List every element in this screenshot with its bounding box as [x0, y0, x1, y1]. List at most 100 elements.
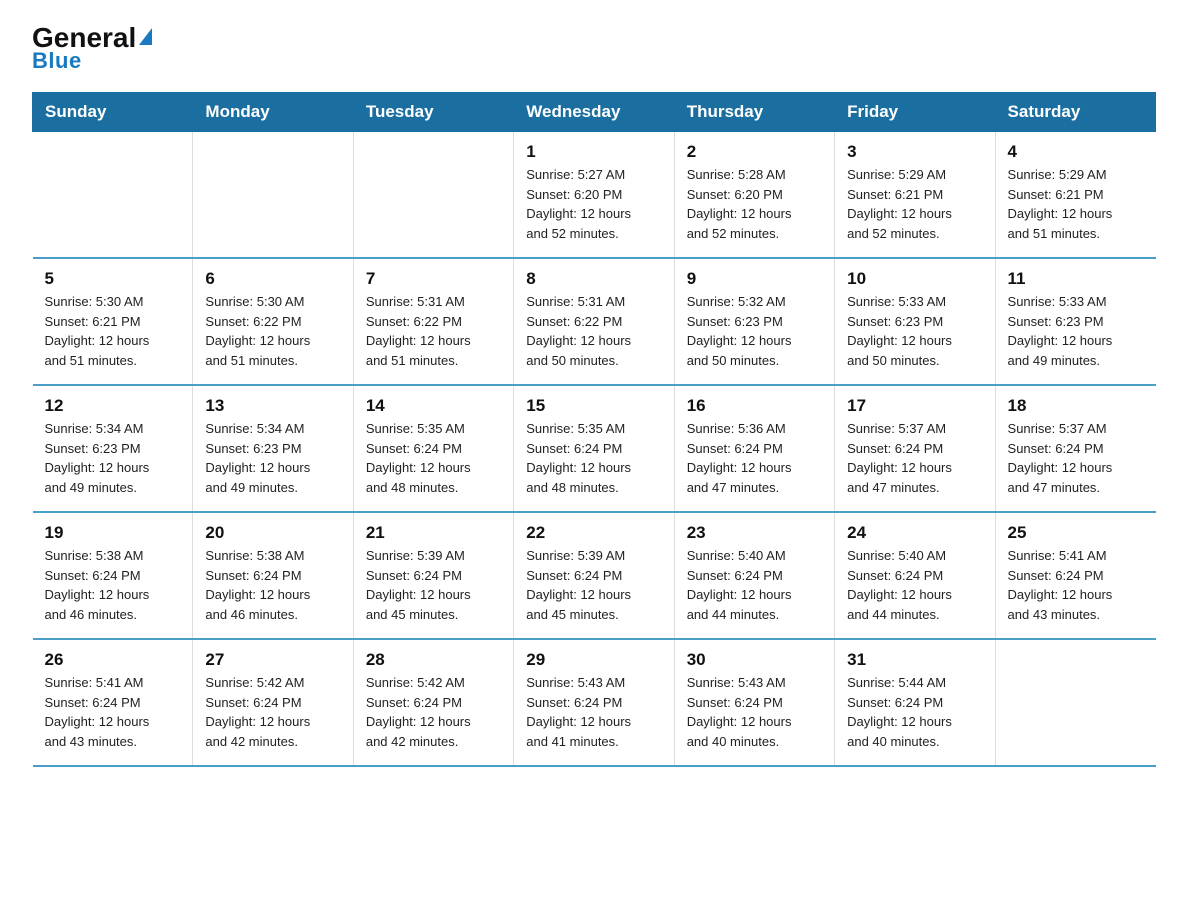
calendar-cell: 30Sunrise: 5:43 AM Sunset: 6:24 PM Dayli… [674, 639, 834, 766]
day-info: Sunrise: 5:39 AM Sunset: 6:24 PM Dayligh… [366, 546, 503, 624]
day-info: Sunrise: 5:27 AM Sunset: 6:20 PM Dayligh… [526, 165, 663, 243]
calendar-cell: 1 Sunrise: 5:27 AM Sunset: 6:20 PM Daylig… [514, 132, 674, 259]
calendar-week-row: 19 Sunrise: 5:38 AM Sunset: 6:24 PM Dayli… [33, 512, 1156, 639]
calendar-cell: 31Sunrise: 5:44 AM Sunset: 6:24 PM Dayli… [835, 639, 995, 766]
calendar-table: SundayMondayTuesdayWednesdayThursdayFrid… [32, 92, 1156, 767]
calendar-week-row: 12 Sunrise: 5:34 AM Sunset: 6:23 PM Dayli… [33, 385, 1156, 512]
day-info: Sunrise: 5:41 AM Sunset: 6:24 PM Dayligh… [45, 673, 183, 751]
day-number: 6 [205, 269, 342, 289]
day-number: 29 [526, 650, 663, 670]
calendar-cell: 24 Sunrise: 5:40 AM Sunset: 6:24 PM Dayli… [835, 512, 995, 639]
calendar-cell [33, 132, 193, 259]
calendar-cell: 11Sunrise: 5:33 AM Sunset: 6:23 PM Dayli… [995, 258, 1155, 385]
day-info: Sunrise: 5:40 AM Sunset: 6:24 PM Dayligh… [687, 546, 824, 624]
calendar-cell: 23 Sunrise: 5:40 AM Sunset: 6:24 PM Dayli… [674, 512, 834, 639]
day-number: 3 [847, 142, 984, 162]
day-number: 18 [1008, 396, 1146, 416]
page-header: General Blue [32, 24, 1156, 74]
day-number: 21 [366, 523, 503, 543]
day-number: 2 [687, 142, 824, 162]
day-number: 11 [1008, 269, 1146, 289]
day-number: 22 [526, 523, 663, 543]
weekday-header-monday: Monday [193, 93, 353, 132]
calendar-cell: 12 Sunrise: 5:34 AM Sunset: 6:23 PM Dayli… [33, 385, 193, 512]
day-info: Sunrise: 5:37 AM Sunset: 6:24 PM Dayligh… [847, 419, 984, 497]
calendar-cell: 26 Sunrise: 5:41 AM Sunset: 6:24 PM Dayli… [33, 639, 193, 766]
day-info: Sunrise: 5:34 AM Sunset: 6:23 PM Dayligh… [45, 419, 183, 497]
day-info: Sunrise: 5:35 AM Sunset: 6:24 PM Dayligh… [366, 419, 503, 497]
calendar-cell [995, 639, 1155, 766]
day-number: 14 [366, 396, 503, 416]
weekday-header-wednesday: Wednesday [514, 93, 674, 132]
day-info: Sunrise: 5:30 AM Sunset: 6:21 PM Dayligh… [45, 292, 183, 370]
day-number: 17 [847, 396, 984, 416]
weekday-header-row: SundayMondayTuesdayWednesdayThursdayFrid… [33, 93, 1156, 132]
day-number: 23 [687, 523, 824, 543]
day-info: Sunrise: 5:43 AM Sunset: 6:24 PM Dayligh… [687, 673, 824, 751]
calendar-cell: 7Sunrise: 5:31 AM Sunset: 6:22 PM Daylig… [353, 258, 513, 385]
calendar-cell: 14 Sunrise: 5:35 AM Sunset: 6:24 PM Dayli… [353, 385, 513, 512]
day-info: Sunrise: 5:30 AM Sunset: 6:22 PM Dayligh… [205, 292, 342, 370]
logo-arrow-icon [139, 28, 152, 45]
calendar-cell: 6 Sunrise: 5:30 AM Sunset: 6:22 PM Daylig… [193, 258, 353, 385]
calendar-cell: 18 Sunrise: 5:37 AM Sunset: 6:24 PM Dayli… [995, 385, 1155, 512]
day-info: Sunrise: 5:42 AM Sunset: 6:24 PM Dayligh… [366, 673, 503, 751]
day-info: Sunrise: 5:38 AM Sunset: 6:24 PM Dayligh… [45, 546, 183, 624]
day-info: Sunrise: 5:37 AM Sunset: 6:24 PM Dayligh… [1008, 419, 1146, 497]
day-info: Sunrise: 5:31 AM Sunset: 6:22 PM Dayligh… [366, 292, 503, 370]
calendar-cell: 29 Sunrise: 5:43 AM Sunset: 6:24 PM Dayli… [514, 639, 674, 766]
day-number: 24 [847, 523, 984, 543]
day-info: Sunrise: 5:29 AM Sunset: 6:21 PM Dayligh… [847, 165, 984, 243]
calendar-cell: 15Sunrise: 5:35 AM Sunset: 6:24 PM Dayli… [514, 385, 674, 512]
calendar-cell: 5 Sunrise: 5:30 AM Sunset: 6:21 PM Daylig… [33, 258, 193, 385]
day-number: 20 [205, 523, 342, 543]
calendar-week-row: 1 Sunrise: 5:27 AM Sunset: 6:20 PM Daylig… [33, 132, 1156, 259]
calendar-cell: 16 Sunrise: 5:36 AM Sunset: 6:24 PM Dayli… [674, 385, 834, 512]
day-number: 9 [687, 269, 824, 289]
calendar-cell: 9 Sunrise: 5:32 AM Sunset: 6:23 PM Daylig… [674, 258, 834, 385]
calendar-cell: 21 Sunrise: 5:39 AM Sunset: 6:24 PM Dayli… [353, 512, 513, 639]
weekday-header-saturday: Saturday [995, 93, 1155, 132]
day-number: 8 [526, 269, 663, 289]
day-info: Sunrise: 5:34 AM Sunset: 6:23 PM Dayligh… [205, 419, 342, 497]
calendar-cell: 28 Sunrise: 5:42 AM Sunset: 6:24 PM Dayli… [353, 639, 513, 766]
calendar-cell: 8 Sunrise: 5:31 AM Sunset: 6:22 PM Daylig… [514, 258, 674, 385]
day-number: 5 [45, 269, 183, 289]
day-info: Sunrise: 5:41 AM Sunset: 6:24 PM Dayligh… [1008, 546, 1146, 624]
day-info: Sunrise: 5:42 AM Sunset: 6:24 PM Dayligh… [205, 673, 342, 751]
day-number: 28 [366, 650, 503, 670]
day-number: 1 [526, 142, 663, 162]
day-info: Sunrise: 5:32 AM Sunset: 6:23 PM Dayligh… [687, 292, 824, 370]
day-number: 4 [1008, 142, 1146, 162]
calendar-cell: 22Sunrise: 5:39 AM Sunset: 6:24 PM Dayli… [514, 512, 674, 639]
day-number: 16 [687, 396, 824, 416]
day-number: 31 [847, 650, 984, 670]
calendar-cell: 25Sunrise: 5:41 AM Sunset: 6:24 PM Dayli… [995, 512, 1155, 639]
day-info: Sunrise: 5:36 AM Sunset: 6:24 PM Dayligh… [687, 419, 824, 497]
logo: General Blue [32, 24, 152, 74]
day-number: 15 [526, 396, 663, 416]
weekday-header-sunday: Sunday [33, 93, 193, 132]
day-number: 27 [205, 650, 342, 670]
day-number: 12 [45, 396, 183, 416]
calendar-week-row: 26 Sunrise: 5:41 AM Sunset: 6:24 PM Dayli… [33, 639, 1156, 766]
day-info: Sunrise: 5:33 AM Sunset: 6:23 PM Dayligh… [847, 292, 984, 370]
day-number: 26 [45, 650, 183, 670]
weekday-header-thursday: Thursday [674, 93, 834, 132]
logo-blue-text: Blue [32, 48, 82, 74]
calendar-cell: 3 Sunrise: 5:29 AM Sunset: 6:21 PM Daylig… [835, 132, 995, 259]
calendar-cell: 19 Sunrise: 5:38 AM Sunset: 6:24 PM Dayli… [33, 512, 193, 639]
calendar-cell: 4 Sunrise: 5:29 AM Sunset: 6:21 PM Daylig… [995, 132, 1155, 259]
day-info: Sunrise: 5:43 AM Sunset: 6:24 PM Dayligh… [526, 673, 663, 751]
calendar-cell [193, 132, 353, 259]
day-info: Sunrise: 5:40 AM Sunset: 6:24 PM Dayligh… [847, 546, 984, 624]
day-number: 19 [45, 523, 183, 543]
day-info: Sunrise: 5:31 AM Sunset: 6:22 PM Dayligh… [526, 292, 663, 370]
day-info: Sunrise: 5:38 AM Sunset: 6:24 PM Dayligh… [205, 546, 342, 624]
day-info: Sunrise: 5:29 AM Sunset: 6:21 PM Dayligh… [1008, 165, 1146, 243]
calendar-cell: 17 Sunrise: 5:37 AM Sunset: 6:24 PM Dayli… [835, 385, 995, 512]
weekday-header-tuesday: Tuesday [353, 93, 513, 132]
calendar-cell: 27 Sunrise: 5:42 AM Sunset: 6:24 PM Dayli… [193, 639, 353, 766]
calendar-cell: 2Sunrise: 5:28 AM Sunset: 6:20 PM Daylig… [674, 132, 834, 259]
calendar-cell: 20 Sunrise: 5:38 AM Sunset: 6:24 PM Dayli… [193, 512, 353, 639]
